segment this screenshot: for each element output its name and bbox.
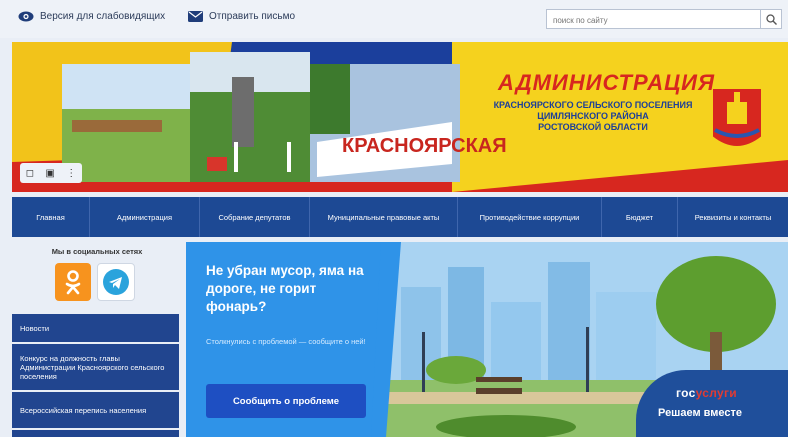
header-banner: КРАСНОЯРСКАЯ АДМИНИСТРАЦИЯ КРАСНОЯРСКОГО… bbox=[12, 42, 788, 192]
telegram-icon bbox=[103, 269, 129, 295]
accessibility-link-label: Версия для слабовидящих bbox=[40, 11, 166, 22]
search-icon bbox=[765, 13, 777, 25]
gosuslugi-logo: госуслуги bbox=[676, 386, 737, 400]
envelope-icon bbox=[188, 11, 203, 22]
send-letter-label: Отправить письмо bbox=[209, 11, 296, 22]
coat-of-arms bbox=[711, 87, 763, 148]
uslugi-logo-part: услуги bbox=[695, 386, 737, 400]
banner-photo-monument bbox=[190, 52, 310, 182]
prev-slide-icon[interactable]: ◻ bbox=[26, 168, 34, 179]
banner-title: АДМИНИСТРАЦИЯ bbox=[498, 70, 716, 95]
top-bar: Версия для слабовидящих Отправить письмо bbox=[0, 0, 788, 38]
social-title: Мы в социальных сетях bbox=[51, 247, 143, 256]
more-icon[interactable]: ⋮ bbox=[66, 168, 76, 179]
nav-item-anticorruption[interactable]: Противодействие коррупции bbox=[458, 197, 602, 237]
nav-item-council[interactable]: Собрание депутатов bbox=[200, 197, 310, 237]
nav-item-budget[interactable]: Бюджет bbox=[602, 197, 678, 237]
search-box bbox=[546, 9, 782, 30]
search-button[interactable] bbox=[760, 10, 781, 28]
gosuslugi-badge[interactable]: госуслуги Решаем вместе bbox=[636, 370, 788, 437]
banner-subtitle-line: РОСТОВСКОЙ ОБЛАСТИ bbox=[538, 122, 648, 132]
report-problem-button[interactable]: Сообщить о проблеме bbox=[206, 384, 366, 418]
banner-subtitle: КРАСНОЯРСКОГО СЕЛЬСКОГО ПОСЕЛЕНИЯ ЦИМЛЯН… bbox=[478, 100, 708, 133]
accessibility-link[interactable]: Версия для слабовидящих bbox=[18, 11, 165, 22]
promo-title: Не убран мусор, яма на дороге, не горит … bbox=[206, 263, 364, 314]
sidebar-item-contest[interactable]: Конкурс на должность главы Администрации… bbox=[12, 344, 179, 390]
promo-banner: Не убран мусор, яма на дороге, не горит … bbox=[186, 242, 788, 437]
banner-sign-text: КРАСНОЯРСКАЯ bbox=[342, 135, 507, 157]
main-nav: Главная Администрация Собрание депутатов… bbox=[12, 197, 788, 237]
send-letter-link[interactable]: Отправить письмо bbox=[188, 11, 295, 22]
sidebar-item-census[interactable]: Всероссийская перепись населения bbox=[12, 392, 179, 428]
eye-icon bbox=[18, 11, 34, 22]
image-icon[interactable]: ▣ bbox=[45, 168, 54, 179]
sidebar-item-next[interactable] bbox=[12, 430, 179, 437]
nav-item-home[interactable]: Главная bbox=[12, 197, 90, 237]
odnoklassniki-icon bbox=[65, 270, 81, 295]
gosuslugi-slogan: Решаем вместе bbox=[658, 407, 742, 419]
promo-subtitle: Столкнулись с проблемой — сообщите о ней… bbox=[206, 337, 366, 346]
search-input[interactable] bbox=[547, 11, 769, 30]
slider-controls: ◻ ▣ ⋮ bbox=[20, 163, 82, 183]
nav-item-contacts[interactable]: Реквизиты и контакты bbox=[678, 197, 788, 237]
telegram-button[interactable] bbox=[97, 263, 135, 301]
gos-logo-part: гос bbox=[676, 386, 696, 400]
sidebar-item-news[interactable]: Новости bbox=[12, 314, 179, 342]
banner-subtitle-line: КРАСНОЯРСКОГО СЕЛЬСКОГО ПОСЕЛЕНИЯ bbox=[493, 100, 693, 110]
odnoklassniki-button[interactable] bbox=[55, 263, 91, 301]
banner-subtitle-line: ЦИМЛЯНСКОГО РАЙОНА bbox=[537, 111, 649, 121]
nav-item-administration[interactable]: Администрация bbox=[90, 197, 200, 237]
nav-item-legal-acts[interactable]: Муниципальные правовые акты bbox=[310, 197, 458, 237]
